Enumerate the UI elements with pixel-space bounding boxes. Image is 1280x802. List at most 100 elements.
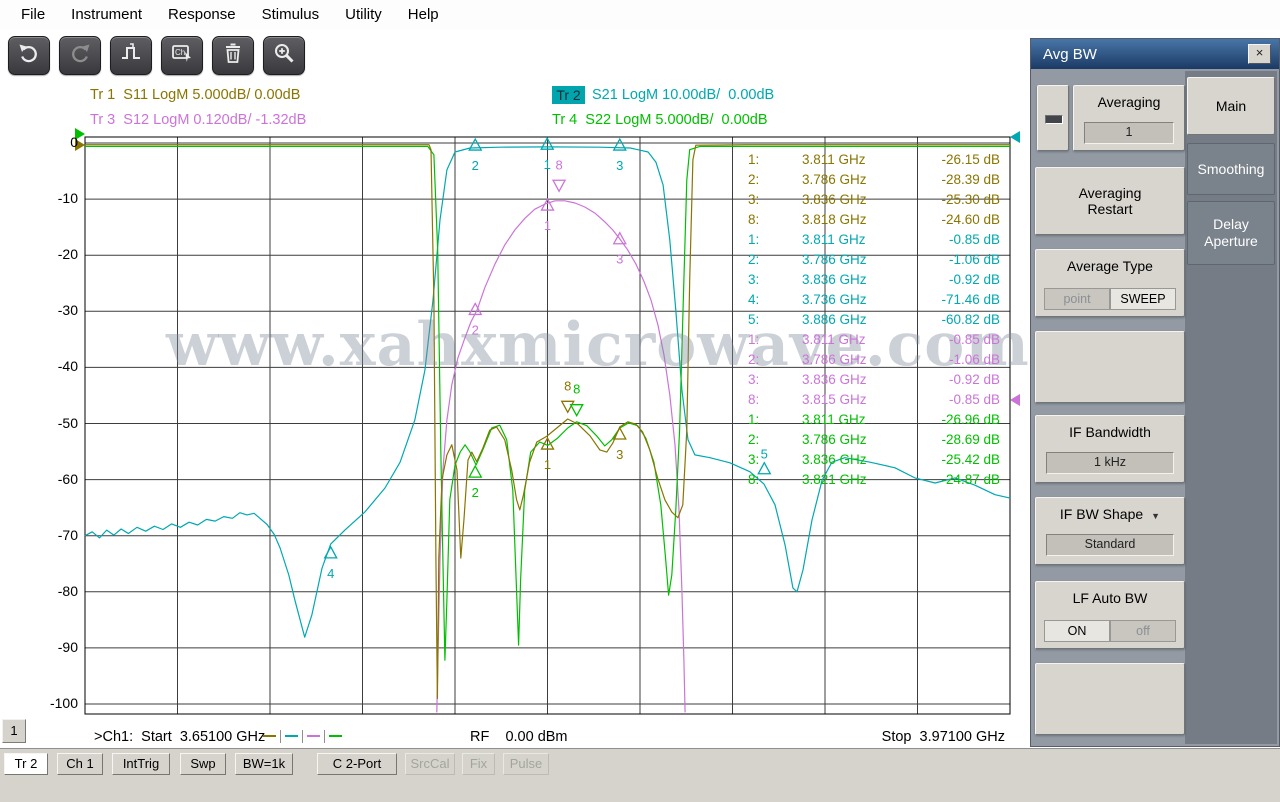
marker-value: -60.82 dB: [941, 312, 1000, 327]
averaging-button[interactable]: Averaging 1: [1073, 85, 1185, 151]
marker-readout-row-s11: 1: 3.811 GHz -26.15 dB: [746, 152, 1002, 172]
softkey-tab-column: Main Smoothing Delay Aperture: [1185, 71, 1277, 744]
undo-button[interactable]: [8, 36, 50, 75]
marker-value: -25.42 dB: [941, 452, 1000, 467]
marker-readout-row-s11: 3: 3.836 GHz -25.30 dB: [746, 192, 1002, 212]
average-type-point-option[interactable]: point: [1044, 288, 1110, 310]
marker-8-triangle-s12[interactable]: [551, 179, 567, 193]
active-trace-badge[interactable]: Tr 2: [552, 86, 585, 104]
marker-number: 1:: [748, 152, 760, 167]
undo-icon: [16, 41, 42, 70]
marker-2-triangle-s22[interactable]: [468, 464, 483, 478]
sweep-start-label: >Ch1: Start 3.65100 GHz: [94, 729, 266, 745]
marker-3-label: 3: [616, 252, 623, 267]
marker-8-label: 8: [564, 378, 571, 393]
marker-frequency: 3.886 GHz: [802, 312, 867, 327]
if-bandwidth-label: IF Bandwidth: [1069, 424, 1151, 440]
menu-response[interactable]: Response: [155, 0, 249, 30]
marker-number: 3:: [748, 192, 760, 207]
legend-tr4[interactable]: Tr 4 S22 LogM 5.000dB/ 0.00dB: [552, 112, 768, 128]
marker-value: -28.69 dB: [941, 432, 1000, 447]
menu-help[interactable]: Help: [395, 0, 452, 30]
status-fix: Fix: [462, 753, 495, 775]
if-bandwidth-button[interactable]: IF Bandwidth 1 kHz: [1035, 415, 1185, 483]
status-active-trace[interactable]: Tr 2: [4, 753, 48, 775]
marker-readout-row-s21: 5: 3.886 GHz -60.82 dB: [746, 312, 1002, 332]
y-axis-tick-label: -30: [57, 302, 78, 319]
trace-dash-s12: [307, 735, 320, 737]
lf-auto-bw-on-option[interactable]: ON: [1044, 620, 1110, 642]
marker-4-label: 4: [327, 566, 334, 581]
marker-frequency: 3.836 GHz: [802, 192, 867, 207]
status-calibration[interactable]: C 2-Port: [317, 753, 397, 775]
averaging-value[interactable]: 1: [1084, 122, 1174, 144]
redo-button[interactable]: [59, 36, 101, 75]
zoom-in-button[interactable]: [263, 36, 305, 75]
marker-readout-row-s11: 8: 3.818 GHz -24.60 dB: [746, 212, 1002, 232]
marker-number: 1:: [748, 412, 760, 427]
empty-softkey: [1035, 331, 1185, 403]
average-type-sweep-option[interactable]: SWEEP: [1110, 288, 1176, 310]
y-axis-tick-label: -90: [57, 638, 78, 655]
marker-readout-row-s11: 2: 3.786 GHz -28.39 dB: [746, 172, 1002, 192]
average-type-button[interactable]: Average Type point SWEEP: [1035, 249, 1185, 317]
channel-cursor-button[interactable]: Ch: [161, 36, 203, 75]
status-sweep[interactable]: Swp: [180, 753, 226, 775]
legend-tr1[interactable]: Tr 1 S11 LogM 5.000dB/ 0.00dB: [90, 87, 300, 103]
marker-number: 1:: [748, 332, 760, 347]
channel-badge[interactable]: 1: [2, 719, 26, 743]
lf-auto-bw-off-option[interactable]: off: [1110, 620, 1176, 642]
marker-value: -24.87 dB: [941, 472, 1000, 487]
marker-readout-row-s21: 3: 3.836 GHz -0.92 dB: [746, 272, 1002, 292]
close-icon[interactable]: ×: [1248, 44, 1271, 64]
menu-file[interactable]: File: [8, 0, 58, 30]
ref-arrow-s12[interactable]: [1010, 394, 1020, 406]
if-bw-shape-value[interactable]: Standard: [1046, 534, 1174, 556]
pulse-setup-button[interactable]: [110, 36, 152, 75]
marker-8-triangle-s22[interactable]: [569, 404, 584, 418]
y-axis-tick-label: -20: [57, 246, 78, 263]
marker-frequency: 3.836 GHz: [802, 372, 867, 387]
marker-number: 1:: [748, 232, 760, 247]
tab-delay-aperture[interactable]: Delay Aperture: [1187, 201, 1275, 265]
panel-header[interactable]: Avg BW ×: [1031, 39, 1279, 69]
softkey-panel-avg-bw: Avg BW × Main Smoothing Delay Aperture A…: [1030, 38, 1280, 747]
y-axis-tick-label: 0: [70, 134, 78, 150]
pulse-icon: [118, 41, 144, 70]
status-pulse: Pulse: [503, 753, 549, 775]
dash-separator: [302, 729, 303, 743]
legend-tr2[interactable]: S21 LogM 10.00dB/ 0.00dB: [592, 87, 774, 103]
menu-stimulus[interactable]: Stimulus: [249, 0, 333, 30]
if-bw-shape-label: IF BW Shape ▼: [1059, 506, 1161, 522]
status-if-bandwidth[interactable]: BW=1k: [235, 753, 293, 775]
menu-instrument[interactable]: Instrument: [58, 0, 155, 30]
legend-tr3[interactable]: Tr 3 S12 LogM 0.120dB/ -1.32dB: [90, 112, 306, 128]
menu-utility[interactable]: Utility: [332, 0, 395, 30]
panel-title: Avg BW: [1043, 45, 1097, 63]
tab-smoothing[interactable]: Smoothing: [1187, 143, 1275, 195]
marker-readout-row-s21: 1: 3.811 GHz -0.85 dB: [746, 232, 1002, 252]
averaging-restart-button[interactable]: Averaging Restart: [1035, 167, 1185, 235]
marker-number: 8:: [748, 472, 760, 487]
status-trigger[interactable]: IntTrig: [112, 753, 170, 775]
if-bandwidth-value[interactable]: 1 kHz: [1046, 452, 1174, 474]
delete-trace-button[interactable]: [212, 36, 254, 75]
marker-value: -1.06 dB: [948, 252, 1000, 267]
if-bw-shape-button[interactable]: IF BW Shape ▼ Standard: [1035, 497, 1185, 565]
marker-value: -0.92 dB: [948, 372, 1000, 387]
status-channel[interactable]: Ch 1: [57, 753, 103, 775]
marker-frequency: 3.821 GHz: [802, 472, 867, 487]
status-bar: Tr 2 Ch 1 IntTrig Swp BW=1k C 2-Port Src…: [0, 748, 1280, 802]
averaging-toggle-button[interactable]: [1037, 85, 1069, 151]
ref-arrow-s21[interactable]: [1010, 131, 1020, 143]
average-type-segmented: point SWEEP: [1044, 288, 1176, 310]
menu-bar: File Instrument Response Stimulus Utilit…: [0, 0, 1280, 30]
trace-dash-s22: [329, 735, 342, 737]
trace-dash-s21: [285, 735, 298, 737]
marker-1-label: 1: [544, 157, 551, 172]
marker-number: 5:: [748, 312, 760, 327]
lf-auto-bw-button[interactable]: LF Auto BW ON off: [1035, 581, 1185, 649]
marker-value: -0.92 dB: [948, 272, 1000, 287]
tab-main[interactable]: Main: [1187, 77, 1275, 135]
marker-number: 2:: [748, 252, 760, 267]
